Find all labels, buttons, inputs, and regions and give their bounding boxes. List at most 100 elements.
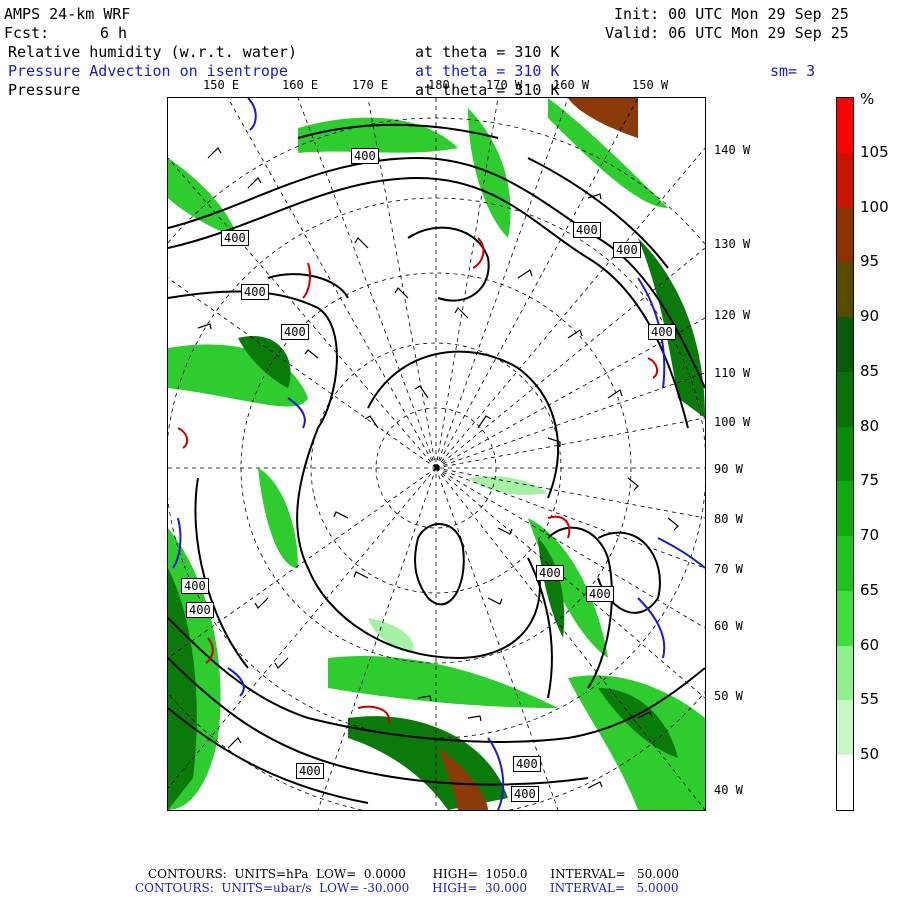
wind-barb	[247, 177, 262, 189]
contour-label: 400	[511, 786, 539, 802]
lon-label: 150 E	[203, 78, 240, 92]
colorbar-segment	[837, 755, 853, 811]
forecast-label: Fcst:	[4, 24, 50, 42]
wind-barb	[517, 269, 533, 279]
lon-label: 170 E	[352, 78, 389, 92]
lon-label: 120 W	[714, 308, 751, 322]
wind-barb	[304, 349, 319, 359]
colorbar-unit: %	[860, 90, 875, 108]
colorbar-segment	[837, 371, 853, 428]
wind-barb	[414, 385, 429, 399]
advection-negative-contour	[227, 667, 245, 697]
contour-label: 400	[573, 222, 601, 238]
init-time: Init: 00 UTC Mon 29 Sep 25	[614, 5, 849, 23]
polar-map	[168, 98, 705, 810]
colorbar-label: 100	[860, 197, 889, 216]
wind-barb	[394, 287, 409, 299]
colorbar-segment	[837, 262, 853, 318]
colorbar-segment	[837, 481, 853, 537]
colorbar-label: 50	[860, 745, 880, 764]
colorbar-segment	[837, 645, 853, 701]
colorbar-label: 95	[860, 252, 880, 271]
contour-info-pressure: CONTOURS: UNITS=hPa LOW= 0.0000 HIGH= 10…	[148, 867, 679, 881]
wind-barb	[487, 597, 503, 605]
field1-level: at theta = 310 K	[415, 43, 560, 61]
wind-barb	[627, 477, 639, 491]
field2-name: Pressure Advection on isentrope	[8, 62, 288, 80]
rh-shading-region	[568, 675, 705, 810]
colorbar-segment	[837, 426, 853, 482]
colorbar-label: 85	[860, 361, 880, 380]
lon-label: 80 W	[714, 512, 743, 526]
pressure-contour	[296, 427, 541, 660]
field3-name: Pressure	[8, 81, 81, 99]
colorbar	[836, 97, 854, 811]
lon-label: 160 W	[553, 78, 590, 92]
rh-shading-region	[258, 468, 298, 568]
lon-label: 150 W	[632, 78, 669, 92]
advection-positive-contour	[647, 357, 659, 379]
advection-positive-contour	[177, 427, 189, 449]
lon-label: 180	[428, 78, 450, 92]
colorbar-label: 70	[860, 526, 880, 545]
colorbar-label: 60	[860, 635, 880, 654]
wind-barb	[467, 715, 482, 722]
wind-barb	[197, 323, 212, 330]
contour-info-advection: CONTOURS: UNITS=ubar/s LOW= -30.000 HIGH…	[135, 881, 679, 895]
contour-label: 400	[586, 586, 614, 602]
lon-label: 100 W	[714, 415, 751, 429]
pressure-contour	[407, 226, 490, 302]
pressure-contour	[367, 350, 559, 499]
contour-label: 400	[648, 324, 676, 340]
lon-label: 140 W	[714, 143, 751, 157]
rh-shading	[168, 98, 705, 810]
contour-label: 400	[513, 756, 541, 772]
contour-label: 400	[221, 230, 249, 246]
colorbar-label: 80	[860, 416, 880, 435]
wind-barb	[364, 415, 379, 429]
contour-label: 400	[296, 763, 324, 779]
lon-label: 110 W	[714, 366, 751, 380]
colorbar-segment	[837, 536, 853, 592]
contour-label: 400	[281, 324, 309, 340]
colorbar-segment	[837, 98, 853, 154]
wind-barb	[587, 781, 603, 789]
colorbar-label: 65	[860, 580, 880, 599]
wind-barb	[354, 237, 369, 249]
lon-label: 130 W	[714, 237, 751, 251]
contour-label: 400	[613, 242, 641, 258]
colorbar-label: 105	[860, 142, 889, 161]
wind-barb	[207, 147, 222, 159]
colorbar-label: 90	[860, 307, 880, 326]
contour-label: 400	[186, 602, 214, 618]
lon-label: 160 E	[282, 78, 319, 92]
contour-label: 400	[241, 284, 269, 300]
wind-barb	[227, 737, 242, 749]
colorbar-segment	[837, 207, 853, 263]
contour-label: 400	[536, 565, 564, 581]
contour-label: 400	[181, 578, 209, 594]
colorbar-segment	[837, 152, 853, 209]
field2-smoothing: sm= 3	[770, 62, 816, 80]
rh-shading-region	[468, 476, 548, 495]
lon-label: 40 W	[714, 783, 743, 797]
colorbar-label: 75	[860, 471, 880, 490]
lon-label: 60 W	[714, 619, 743, 633]
wind-barb	[254, 597, 269, 609]
wind-barb	[353, 571, 369, 579]
advection-negative-contour	[657, 537, 705, 569]
lon-label: 70 W	[714, 562, 743, 576]
colorbar-segment	[837, 700, 853, 756]
field1-name: Relative humidity (w.r.t. water)	[8, 43, 297, 61]
model-title: AMPS 24-km WRF	[4, 5, 131, 23]
colorbar-label: 55	[860, 690, 880, 709]
rh-shading-region	[368, 618, 414, 653]
lon-label: 90 W	[714, 462, 743, 476]
wind-barb	[333, 511, 349, 519]
lon-label: 50 W	[714, 689, 743, 703]
advection-positive-contour	[302, 262, 312, 299]
valid-time: Valid: 06 UTC Mon 29 Sep 25	[605, 24, 849, 42]
colorbar-segment	[837, 317, 853, 373]
lon-label: 170 W	[486, 78, 523, 92]
advection-positive-contours	[177, 237, 659, 724]
